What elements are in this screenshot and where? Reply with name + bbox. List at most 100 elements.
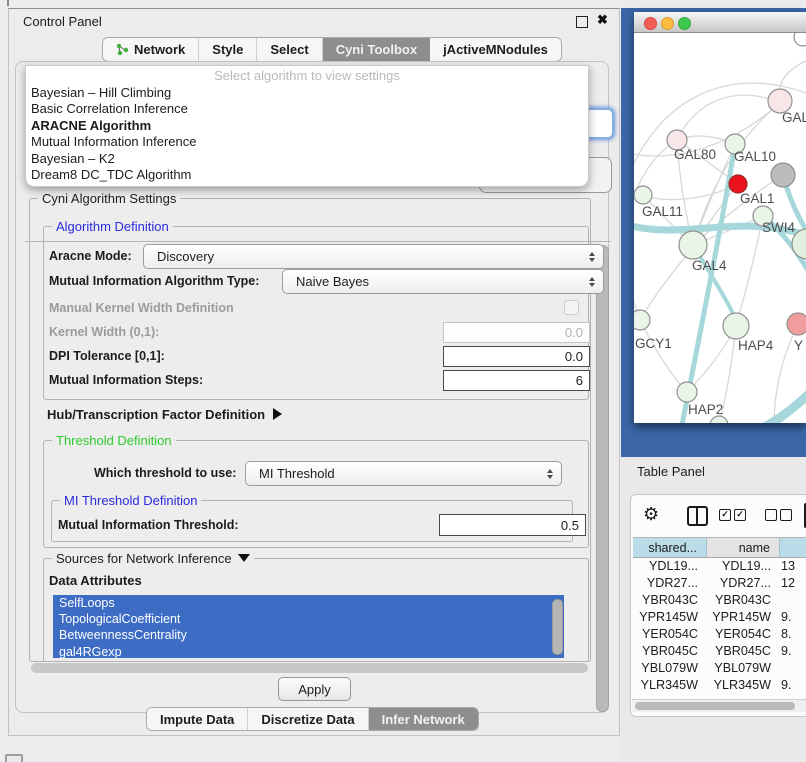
cell: YBR045C: [707, 644, 780, 658]
column-layout-icon[interactable]: [687, 506, 708, 526]
mi-type-combo[interactable]: Naive Bayes: [282, 269, 604, 294]
apply-button[interactable]: Apply: [278, 677, 351, 701]
network-window-titlebar[interactable]: [634, 12, 806, 33]
node-partial-top[interactable]: [794, 33, 806, 46]
list-scrollbar-thumb[interactable]: [552, 599, 563, 655]
list-item[interactable]: SelfLoops: [53, 595, 564, 611]
dropdown-placeholder: Select algorithm to view settings: [26, 68, 588, 85]
deselect-all-checkbox-icon[interactable]: [780, 509, 792, 521]
node-partial-bottom[interactable]: [710, 416, 728, 423]
node-label: GAL1: [740, 191, 775, 206]
tab-infer-network[interactable]: Infer Network: [369, 708, 478, 730]
vertical-scrollbar-thumb[interactable]: [596, 245, 609, 712]
node-y-pink[interactable]: [787, 313, 806, 335]
which-threshold-combo[interactable]: MI Threshold: [245, 461, 562, 486]
node-gray[interactable]: [771, 163, 795, 187]
tab-network[interactable]: Network: [103, 38, 199, 61]
tab-cyni-toolbox[interactable]: Cyni Toolbox: [323, 38, 430, 61]
table-panel-title: Table Panel: [637, 464, 705, 479]
node-label: GAL: [782, 110, 806, 125]
cell: YPR145W: [633, 610, 707, 624]
table-row[interactable]: YDL19...YDL19...13: [633, 558, 806, 575]
dpi-tolerance-input[interactable]: 0.0: [443, 346, 590, 367]
input-value: 0.0: [565, 349, 583, 364]
node-hap2[interactable]: [677, 382, 697, 402]
list-item[interactable]: BetweennessCentrality: [53, 627, 564, 643]
tab-label: Discretize Data: [261, 712, 354, 727]
algorithm-definition-title: Algorithm Definition: [52, 219, 173, 234]
table-row[interactable]: YPR145WYPR145W9.: [633, 609, 806, 626]
hub-section-toggle[interactable]: Hub/Transcription Factor Definition: [47, 407, 282, 422]
node-label: GAL11: [642, 204, 683, 219]
deselect-all-checkbox-icon[interactable]: [765, 509, 777, 521]
mi-type-label: Mutual Information Algorithm Type:: [49, 274, 259, 288]
collapsed-arrow-icon: [273, 408, 282, 420]
table-row[interactable]: YBL079WYBL079W: [633, 659, 806, 676]
node-label: GAL80: [674, 147, 716, 162]
table-row[interactable]: YBR045CYBR045C9.: [633, 642, 806, 659]
column-header[interactable]: name: [707, 537, 780, 558]
node-gal11[interactable]: [634, 186, 652, 204]
table-row[interactable]: YER054CYER054C8.: [633, 626, 806, 643]
network-graph[interactable]: GAL GAL80 GAL10 GAL11 GAL1 SWI4 GAL4 GCY…: [634, 33, 806, 423]
column-header[interactable]: shared...: [633, 537, 707, 558]
node-gal4[interactable]: [679, 231, 707, 259]
float-window-icon[interactable]: [576, 16, 588, 28]
sources-title[interactable]: Sources for Network Inference: [52, 551, 254, 566]
minimized-panel-icon[interactable]: [5, 754, 23, 762]
bottom-tabstrip: Impute Data Discretize Data Infer Networ…: [146, 707, 479, 731]
zoom-traffic-light-icon[interactable]: [678, 17, 691, 30]
select-all-checkbox-icon[interactable]: ✓: [734, 509, 746, 521]
spinner-arrows-icon: [589, 252, 595, 262]
dropdown-option[interactable]: Bayesian – K2: [26, 151, 588, 167]
horizontal-scrollbar[interactable]: [31, 663, 588, 673]
gear-icon[interactable]: ⚙: [643, 504, 659, 525]
manual-kernel-checkbox[interactable]: [564, 300, 579, 315]
aracne-mode-combo[interactable]: Discovery: [143, 244, 604, 269]
table-horizontal-scrollbar[interactable]: [632, 699, 806, 712]
tab-discretize-data[interactable]: Discretize Data: [248, 708, 368, 730]
dropdown-option[interactable]: Dream8 DC_TDC Algorithm: [26, 167, 588, 183]
network-canvas[interactable]: GAL GAL80 GAL10 GAL11 GAL1 SWI4 GAL4 GCY…: [634, 33, 806, 423]
network-desktop-background: GAL GAL80 GAL10 GAL11 GAL1 SWI4 GAL4 GCY…: [621, 8, 806, 457]
dropdown-option[interactable]: Bayesian – Hill Climbing: [26, 85, 588, 101]
dropdown-option-selected[interactable]: ARACNE Algorithm: [26, 118, 588, 134]
list-item[interactable]: TopologicalCoefficient: [53, 611, 564, 627]
table-rows[interactable]: YDL19...YDL19...13 YDR27...YDR27...12 YB…: [633, 558, 806, 697]
top-tabstrip: Network Style Select Cyni Toolbox jActiv…: [102, 37, 562, 62]
list-item[interactable]: gal4RGexp: [53, 644, 564, 658]
table-row[interactable]: YBR043CYBR043C: [633, 592, 806, 609]
tab-impute-data[interactable]: Impute Data: [147, 708, 248, 730]
spinner-arrows-icon: [547, 469, 553, 479]
mi-threshold-input[interactable]: 0.5: [439, 514, 586, 536]
close-icon[interactable]: ✖: [597, 12, 608, 28]
kernel-width-input[interactable]: 0.0: [443, 322, 590, 343]
select-all-checkbox-icon[interactable]: ✓: [719, 509, 731, 521]
tab-label: Select: [270, 42, 308, 57]
tab-select[interactable]: Select: [257, 38, 322, 61]
table-row[interactable]: YDR27...YDR27...12: [633, 575, 806, 592]
table-header-row: shared... name A: [633, 537, 806, 558]
tab-jactivemnodules[interactable]: jActiveMNodules: [430, 38, 561, 61]
tab-style[interactable]: Style: [199, 38, 257, 61]
mi-threshold-label: Mutual Information Threshold:: [58, 518, 239, 532]
apply-label: Apply: [298, 682, 331, 697]
network-view-window[interactable]: GAL GAL80 GAL10 GAL11 GAL1 SWI4 GAL4 GCY…: [634, 12, 806, 423]
mi-steps-input[interactable]: 6: [443, 370, 590, 391]
node-gcy1[interactable]: [634, 310, 650, 330]
cell: YDR27...: [633, 576, 707, 590]
table-row[interactable]: YIL052CYIL052C9.: [633, 693, 806, 697]
column-header[interactable]: A: [780, 537, 806, 558]
node-hap4[interactable]: [723, 313, 749, 339]
dropdown-option[interactable]: Basic Correlation Inference: [26, 101, 588, 117]
input-value: 0.0: [565, 325, 583, 340]
mi-steps-label: Mutual Information Steps:: [49, 373, 203, 387]
minimize-traffic-light-icon[interactable]: [661, 17, 674, 30]
close-traffic-light-icon[interactable]: [644, 17, 657, 30]
cell: YBR043C: [633, 593, 707, 607]
data-attributes-list[interactable]: SelfLoops TopologicalCoefficient Between…: [53, 595, 564, 658]
table-row[interactable]: YLR345WYLR345W9.: [633, 676, 806, 693]
dropdown-option[interactable]: Mutual Information Inference: [26, 134, 588, 150]
screen: Control Panel ✖ Network Style Select Cyn…: [0, 0, 806, 762]
scrollbar-thumb[interactable]: [635, 702, 795, 710]
